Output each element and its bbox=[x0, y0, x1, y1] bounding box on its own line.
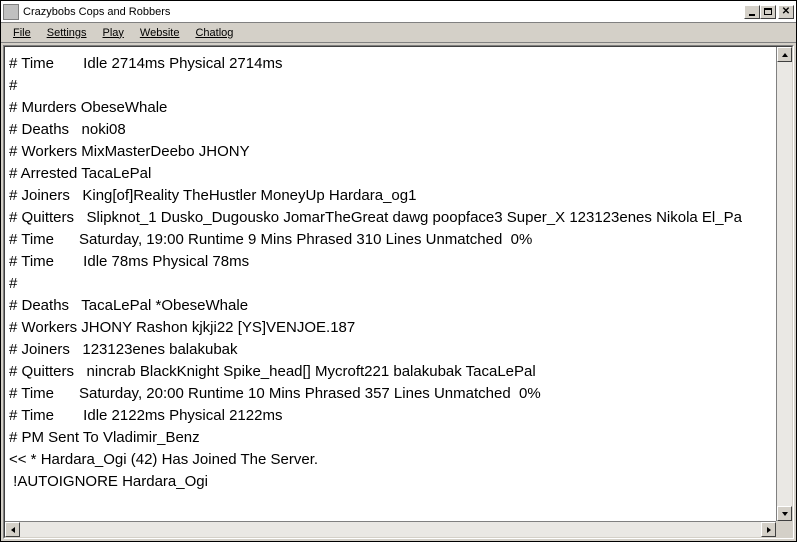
log-line: # Time Idle 2714ms Physical 2714ms bbox=[9, 53, 788, 75]
arrow-right-icon bbox=[767, 527, 771, 533]
log-line: # Workers JHONY Rashon kjkji22 [YS]VENJO… bbox=[9, 317, 788, 339]
log-line: # Deaths noki08 bbox=[9, 119, 788, 141]
scroll-track-horizontal[interactable] bbox=[20, 522, 761, 537]
scroll-up-button[interactable] bbox=[777, 47, 792, 62]
log-line: # Workers MixMasterDeebo JHONY bbox=[9, 141, 788, 163]
titlebar[interactable]: Crazybobs Cops and Robbers ✕ bbox=[1, 1, 796, 23]
arrow-left-icon bbox=[11, 527, 15, 533]
vertical-scrollbar[interactable] bbox=[776, 47, 792, 521]
menu-website[interactable]: Website bbox=[132, 25, 188, 41]
log-line: # Arrested TacaLePal bbox=[9, 163, 788, 185]
scroll-left-button[interactable] bbox=[5, 522, 20, 537]
minimize-button[interactable] bbox=[744, 5, 760, 19]
log-line: # Joiners 123123enes balakubak bbox=[9, 339, 788, 361]
log-line: # PM Sent To Vladimir_Benz bbox=[9, 427, 788, 449]
menu-settings[interactable]: Settings bbox=[39, 25, 95, 41]
log-line: # bbox=[9, 75, 788, 97]
maximize-icon bbox=[764, 8, 772, 15]
window-title: Crazybobs Cops and Robbers bbox=[23, 6, 744, 18]
content-area: # Time Idle 2714ms Physical 2714ms # # M… bbox=[3, 45, 794, 539]
menu-chatlog[interactable]: Chatlog bbox=[187, 25, 241, 41]
log-line: # Murders ObeseWhale bbox=[9, 97, 788, 119]
log-line: # Quitters Slipknot_1 Dusko_Dugousko Jom… bbox=[9, 207, 788, 229]
menu-file[interactable]: File bbox=[5, 25, 39, 41]
log-line: # Quitters nincrab BlackKnight Spike_hea… bbox=[9, 361, 788, 383]
maximize-button[interactable] bbox=[760, 5, 776, 19]
log-line: # Deaths TacaLePal *ObeseWhale bbox=[9, 295, 788, 317]
log-line: # bbox=[9, 273, 788, 295]
scroll-track-vertical[interactable] bbox=[777, 62, 792, 506]
log-line: !AUTOIGNORE Hardara_Ogi bbox=[9, 471, 788, 493]
log-line: # Time Saturday, 20:00 Runtime 10 Mins P… bbox=[9, 383, 788, 405]
close-button[interactable]: ✕ bbox=[778, 5, 794, 19]
window-controls: ✕ bbox=[744, 5, 794, 19]
log-line: # Time Idle 2122ms Physical 2122ms bbox=[9, 405, 788, 427]
close-icon: ✕ bbox=[782, 7, 790, 17]
arrow-up-icon bbox=[782, 53, 788, 57]
content-inner: # Time Idle 2714ms Physical 2714ms # # M… bbox=[4, 46, 793, 538]
scroll-down-button[interactable] bbox=[777, 506, 792, 521]
log-line: # Joiners King[of]Reality TheHustler Mon… bbox=[9, 185, 788, 207]
scroll-corner bbox=[776, 521, 792, 537]
menubar: File Settings Play Website Chatlog bbox=[1, 23, 796, 43]
log-view[interactable]: # Time Idle 2714ms Physical 2714ms # # M… bbox=[5, 47, 792, 521]
log-line: # Time Idle 78ms Physical 78ms bbox=[9, 251, 788, 273]
log-line: << * Hardara_Ogi (42) Has Joined The Ser… bbox=[9, 449, 788, 471]
log-line: # Time Saturday, 19:00 Runtime 9 Mins Ph… bbox=[9, 229, 788, 251]
arrow-down-icon bbox=[782, 512, 788, 516]
minimize-icon bbox=[749, 14, 755, 16]
app-icon bbox=[3, 4, 19, 20]
app-window: Crazybobs Cops and Robbers ✕ File Settin… bbox=[0, 0, 797, 542]
horizontal-scrollbar[interactable] bbox=[5, 521, 776, 537]
scroll-right-button[interactable] bbox=[761, 522, 776, 537]
menu-play[interactable]: Play bbox=[95, 25, 132, 41]
